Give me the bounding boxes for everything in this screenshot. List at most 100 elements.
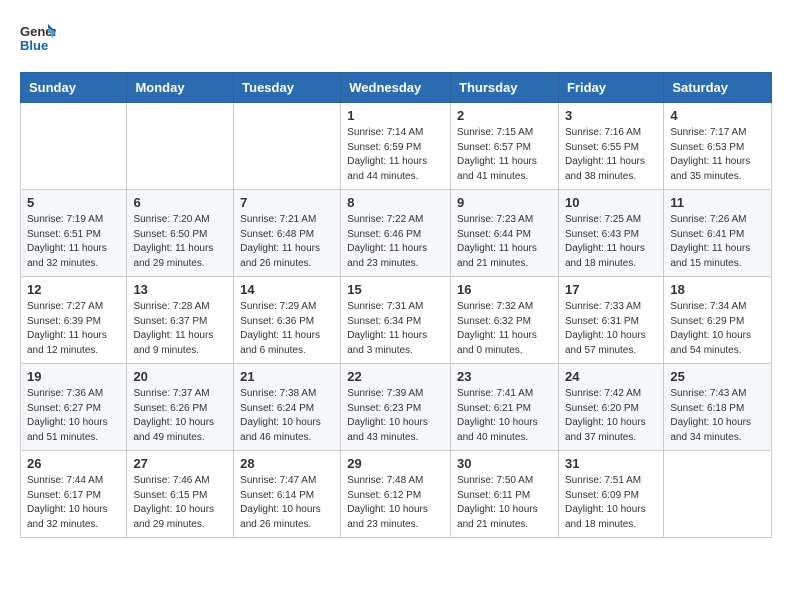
day-number: 1 — [347, 108, 444, 123]
day-number: 17 — [565, 282, 657, 297]
day-number: 3 — [565, 108, 657, 123]
day-cell: 30Sunrise: 7:50 AM Sunset: 6:11 PM Dayli… — [451, 451, 559, 538]
day-cell: 2Sunrise: 7:15 AM Sunset: 6:57 PM Daylig… — [451, 103, 559, 190]
day-info: Sunrise: 7:39 AM Sunset: 6:23 PM Dayligh… — [347, 387, 444, 445]
day-number: 25 — [670, 369, 765, 384]
day-number: 9 — [457, 195, 552, 210]
day-cell: 6Sunrise: 7:20 AM Sunset: 6:50 PM Daylig… — [127, 190, 234, 277]
day-cell: 11 Sunrise: 7:26 AM Sunset: 6:41 PM Dayli… — [664, 190, 772, 277]
day-info: Sunrise: 7:22 AM Sunset: 6:46 PM Dayligh… — [347, 213, 444, 271]
day-cell: 1 Sunrise: 7:14 AM Sunset: 6:59 PM Daylig… — [341, 103, 451, 190]
week-row-3: 12 Sunrise: 7:27 AM Sunset: 6:39 PM Dayli… — [21, 277, 772, 364]
day-number: 23 — [457, 369, 552, 384]
header-thursday: Thursday — [451, 73, 559, 103]
header-sunday: Sunday — [21, 73, 127, 103]
day-cell: 3 Sunrise: 7:16 AM Sunset: 6:55 PM Daylig… — [558, 103, 663, 190]
header-tuesday: Tuesday — [234, 73, 341, 103]
day-info: Sunrise: 7:33 AM Sunset: 6:31 PM Dayligh… — [565, 300, 657, 358]
day-cell: 13 Sunrise: 7:28 AM Sunset: 6:37 PM Dayli… — [127, 277, 234, 364]
day-cell: 18Sunrise: 7:34 AM Sunset: 6:29 PM Dayli… — [664, 277, 772, 364]
day-cell — [234, 103, 341, 190]
header-saturday: Saturday — [664, 73, 772, 103]
day-number: 26 — [27, 456, 120, 471]
day-info: Sunrise: 7:17 AM Sunset: 6:53 PM Dayligh… — [670, 126, 765, 184]
day-number: 19 — [27, 369, 120, 384]
day-cell — [127, 103, 234, 190]
day-cell: 9 Sunrise: 7:23 AM Sunset: 6:44 PM Daylig… — [451, 190, 559, 277]
header-monday: Monday — [127, 73, 234, 103]
day-number: 18 — [670, 282, 765, 297]
day-number: 28 — [240, 456, 334, 471]
day-info: Sunrise: 7:27 AM Sunset: 6:39 PM Dayligh… — [27, 300, 120, 358]
svg-text:Blue: Blue — [20, 38, 48, 53]
day-number: 16 — [457, 282, 552, 297]
day-number: 7 — [240, 195, 334, 210]
day-info: Sunrise: 7:16 AM Sunset: 6:55 PM Dayligh… — [565, 126, 657, 184]
day-info: Sunrise: 7:29 AM Sunset: 6:36 PM Dayligh… — [240, 300, 334, 358]
day-cell: 27 Sunrise: 7:46 AM Sunset: 6:15 PM Dayli… — [127, 451, 234, 538]
header-wednesday: Wednesday — [341, 73, 451, 103]
day-cell: 4 Sunrise: 7:17 AM Sunset: 6:53 PM Daylig… — [664, 103, 772, 190]
day-number: 29 — [347, 456, 444, 471]
day-cell: 15 Sunrise: 7:31 AM Sunset: 6:34 PM Dayli… — [341, 277, 451, 364]
day-cell: 14 Sunrise: 7:29 AM Sunset: 6:36 PM Dayli… — [234, 277, 341, 364]
day-number: 11 — [670, 195, 765, 210]
day-cell: 10 Sunrise: 7:25 AM Sunset: 6:43 PM Dayli… — [558, 190, 663, 277]
week-row-4: 19 Sunrise: 7:36 AM Sunset: 6:27 PM Dayli… — [21, 364, 772, 451]
day-info: Sunrise: 7:37 AM Sunset: 6:26 PM Dayligh… — [133, 387, 227, 445]
day-number: 30 — [457, 456, 552, 471]
day-number: 8 — [347, 195, 444, 210]
day-cell: 24 Sunrise: 7:42 AM Sunset: 6:20 PM Dayli… — [558, 364, 663, 451]
week-row-1: 1 Sunrise: 7:14 AM Sunset: 6:59 PM Daylig… — [21, 103, 772, 190]
calendar-header-row: SundayMondayTuesdayWednesdayThursdayFrid… — [21, 73, 772, 103]
day-number: 13 — [133, 282, 227, 297]
day-info: Sunrise: 7:28 AM Sunset: 6:37 PM Dayligh… — [133, 300, 227, 358]
day-info: Sunrise: 7:47 AM Sunset: 6:14 PM Dayligh… — [240, 474, 334, 532]
day-number: 21 — [240, 369, 334, 384]
day-number: 22 — [347, 369, 444, 384]
day-number: 4 — [670, 108, 765, 123]
day-cell: 26 Sunrise: 7:44 AM Sunset: 6:17 PM Dayli… — [21, 451, 127, 538]
day-cell: 8 Sunrise: 7:22 AM Sunset: 6:46 PM Daylig… — [341, 190, 451, 277]
day-cell: 5 Sunrise: 7:19 AM Sunset: 6:51 PM Daylig… — [21, 190, 127, 277]
day-number: 10 — [565, 195, 657, 210]
day-info: Sunrise: 7:46 AM Sunset: 6:15 PM Dayligh… — [133, 474, 227, 532]
day-info: Sunrise: 7:42 AM Sunset: 6:20 PM Dayligh… — [565, 387, 657, 445]
day-info: Sunrise: 7:21 AM Sunset: 6:48 PM Dayligh… — [240, 213, 334, 271]
day-info: Sunrise: 7:23 AM Sunset: 6:44 PM Dayligh… — [457, 213, 552, 271]
page-header: General Blue — [20, 20, 772, 56]
day-info: Sunrise: 7:31 AM Sunset: 6:34 PM Dayligh… — [347, 300, 444, 358]
day-info: Sunrise: 7:36 AM Sunset: 6:27 PM Dayligh… — [27, 387, 120, 445]
day-cell: 23 Sunrise: 7:41 AM Sunset: 6:21 PM Dayli… — [451, 364, 559, 451]
day-info: Sunrise: 7:41 AM Sunset: 6:21 PM Dayligh… — [457, 387, 552, 445]
day-info: Sunrise: 7:19 AM Sunset: 6:51 PM Dayligh… — [27, 213, 120, 271]
day-cell: 16Sunrise: 7:32 AM Sunset: 6:32 PM Dayli… — [451, 277, 559, 364]
day-info: Sunrise: 7:44 AM Sunset: 6:17 PM Dayligh… — [27, 474, 120, 532]
day-number: 15 — [347, 282, 444, 297]
day-number: 5 — [27, 195, 120, 210]
day-cell: 28 Sunrise: 7:47 AM Sunset: 6:14 PM Dayli… — [234, 451, 341, 538]
day-number: 12 — [27, 282, 120, 297]
day-info: Sunrise: 7:14 AM Sunset: 6:59 PM Dayligh… — [347, 126, 444, 184]
day-cell — [21, 103, 127, 190]
day-info: Sunrise: 7:20 AM Sunset: 6:50 PM Dayligh… — [133, 213, 227, 271]
day-number: 27 — [133, 456, 227, 471]
day-number: 31 — [565, 456, 657, 471]
day-number: 20 — [133, 369, 227, 384]
day-cell: 21 Sunrise: 7:38 AM Sunset: 6:24 PM Dayli… — [234, 364, 341, 451]
logo-icon: General Blue — [20, 20, 56, 56]
day-info: Sunrise: 7:25 AM Sunset: 6:43 PM Dayligh… — [565, 213, 657, 271]
day-cell: 7 Sunrise: 7:21 AM Sunset: 6:48 PM Daylig… — [234, 190, 341, 277]
day-cell: 31 Sunrise: 7:51 AM Sunset: 6:09 PM Dayli… — [558, 451, 663, 538]
day-info: Sunrise: 7:26 AM Sunset: 6:41 PM Dayligh… — [670, 213, 765, 271]
day-info: Sunrise: 7:38 AM Sunset: 6:24 PM Dayligh… — [240, 387, 334, 445]
day-info: Sunrise: 7:51 AM Sunset: 6:09 PM Dayligh… — [565, 474, 657, 532]
week-row-5: 26 Sunrise: 7:44 AM Sunset: 6:17 PM Dayli… — [21, 451, 772, 538]
day-number: 24 — [565, 369, 657, 384]
day-info: Sunrise: 7:43 AM Sunset: 6:18 PM Dayligh… — [670, 387, 765, 445]
day-cell: 17 Sunrise: 7:33 AM Sunset: 6:31 PM Dayli… — [558, 277, 663, 364]
day-number: 14 — [240, 282, 334, 297]
day-cell: 22 Sunrise: 7:39 AM Sunset: 6:23 PM Dayli… — [341, 364, 451, 451]
day-cell: 12 Sunrise: 7:27 AM Sunset: 6:39 PM Dayli… — [21, 277, 127, 364]
week-row-2: 5 Sunrise: 7:19 AM Sunset: 6:51 PM Daylig… — [21, 190, 772, 277]
